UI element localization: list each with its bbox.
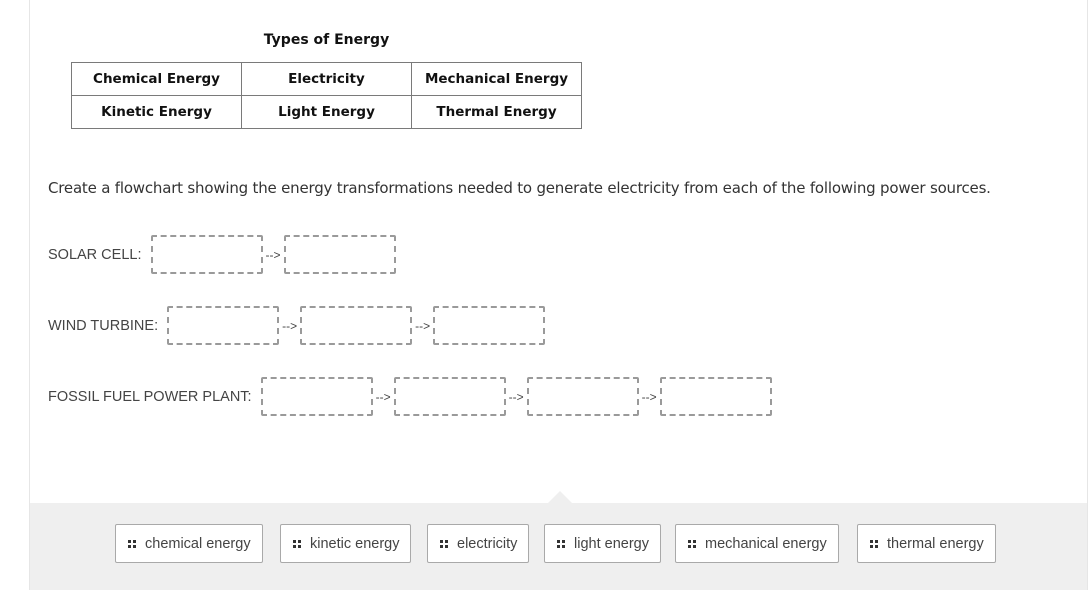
answer-chip[interactable]: chemical energy: [115, 524, 263, 563]
answer-chip[interactable]: mechanical energy: [675, 524, 839, 563]
arrow-text: -->: [641, 389, 657, 404]
row-label: SOLAR CELL:: [48, 246, 142, 263]
drop-zone[interactable]: [283, 235, 396, 274]
drag-handle-icon: [870, 539, 878, 548]
answer-chip[interactable]: thermal energy: [857, 524, 996, 563]
chip-label: thermal energy: [887, 535, 984, 552]
table-row: Kinetic Energy Light Energy Thermal Ener…: [71, 95, 582, 129]
table-cell: Electricity: [241, 62, 412, 96]
answer-chip[interactable]: electricity: [427, 524, 530, 563]
drop-zone[interactable]: [433, 306, 546, 345]
arrow-text: -->: [415, 318, 431, 333]
chip-label: light energy: [574, 535, 649, 552]
arrow-text: -->: [375, 389, 391, 404]
drop-zone[interactable]: [526, 377, 639, 416]
answer-chip[interactable]: kinetic energy: [280, 524, 412, 563]
drop-zone[interactable]: [150, 235, 263, 274]
answer-chip-list: chemical energy kinetic energy electrici…: [0, 524, 1090, 564]
row-label: FOSSIL FUEL POWER PLANT:: [48, 388, 252, 405]
flowchart-row-solar-cell: SOLAR CELL: -->: [48, 235, 396, 274]
chip-label: kinetic energy: [310, 535, 400, 552]
row-label: WIND TURBINE:: [48, 317, 159, 334]
drag-handle-icon: [440, 539, 448, 548]
table-cell: Chemical Energy: [71, 62, 242, 96]
drag-handle-icon: [557, 539, 565, 548]
arrow-text: -->: [508, 389, 524, 404]
answer-chip[interactable]: light energy: [544, 524, 661, 563]
energy-types-table: Chemical Energy Electricity Mechanical E…: [71, 62, 582, 129]
drag-handle-icon: [128, 539, 136, 548]
flowchart-row-wind-turbine: WIND TURBINE: --> -->: [48, 306, 546, 345]
table-cell: Thermal Energy: [411, 95, 582, 129]
arrow-text: -->: [282, 318, 298, 333]
drop-zone[interactable]: [300, 306, 413, 345]
drop-zone[interactable]: [167, 306, 280, 345]
arrow-text: -->: [265, 247, 281, 262]
table-cell: Mechanical Energy: [411, 62, 582, 96]
table-cell: Kinetic Energy: [71, 95, 242, 129]
table-cell: Light Energy: [241, 95, 412, 129]
chip-label: mechanical energy: [705, 535, 827, 552]
question-prompt: Create a flowchart showing the energy tr…: [48, 179, 991, 197]
drag-handle-icon: [688, 539, 696, 548]
drop-zone[interactable]: [393, 377, 506, 416]
chip-label: electricity: [457, 535, 518, 552]
energy-table-caption: Types of Energy: [263, 32, 390, 48]
table-row: Chemical Energy Electricity Mechanical E…: [71, 62, 582, 96]
drop-zone[interactable]: [659, 377, 772, 416]
drop-zone[interactable]: [260, 377, 373, 416]
answer-bank-pointer: [548, 491, 572, 503]
drag-handle-icon: [293, 539, 301, 548]
flowchart-row-fossil-fuel: FOSSIL FUEL POWER PLANT: --> --> -->: [48, 377, 772, 416]
chip-label: chemical energy: [145, 535, 251, 552]
